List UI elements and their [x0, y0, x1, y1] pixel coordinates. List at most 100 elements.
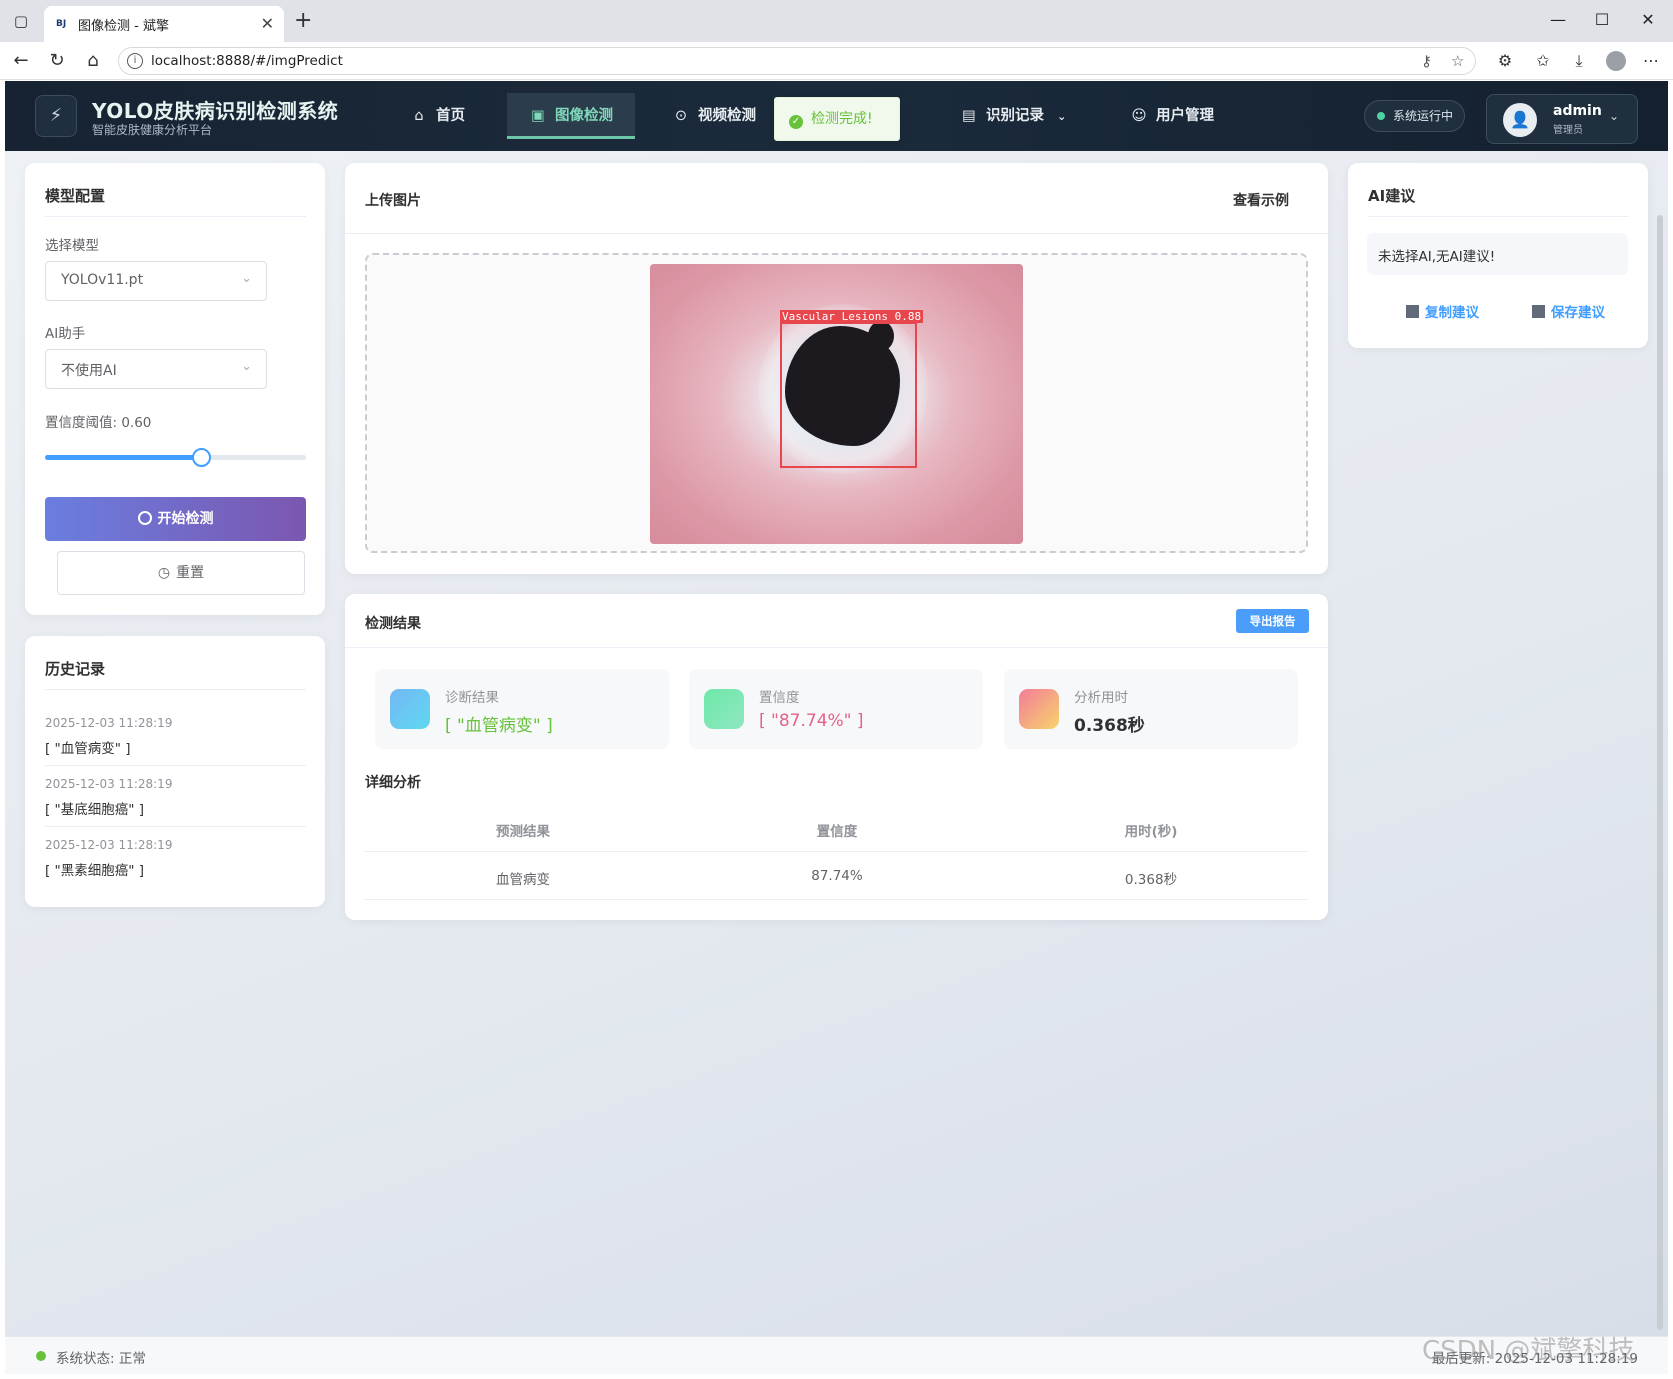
- app-title: YOLO皮肤病识别检测系统: [92, 99, 339, 123]
- status-dot-icon: [1377, 112, 1385, 120]
- diagnosis-value: [ "血管病变" ]: [445, 716, 553, 736]
- play-circle-icon: ⊙: [674, 108, 688, 124]
- browser-tab-bar: ▢ BJ 图像检测 - 斌擎 ✕ + — ☐ ✕: [0, 0, 1673, 42]
- close-window-icon[interactable]: ✕: [1638, 10, 1658, 29]
- model-select[interactable]: YOLOv11.pt ⌄: [45, 261, 267, 301]
- document-icon: ▤: [962, 108, 976, 124]
- history-value[interactable]: [ "黑素细胞癌" ]: [45, 859, 144, 879]
- tab-close-icon[interactable]: ✕: [261, 14, 274, 33]
- bounding-box: [780, 322, 917, 468]
- view-example-button[interactable]: 查看示例: [1233, 190, 1289, 210]
- history-value[interactable]: [ "血管病变" ]: [45, 737, 131, 757]
- image-icon: ▣: [531, 108, 545, 124]
- reset-button[interactable]: ◷ 重置: [57, 551, 305, 595]
- confidence-icon: [704, 689, 744, 729]
- extensions-icon[interactable]: ⚙: [1494, 51, 1516, 70]
- url-text: localhost:8888/#/imgPredict: [151, 53, 343, 69]
- history-time: 2025-12-03 11:28:19: [45, 777, 173, 791]
- key-icon[interactable]: ⚷: [1421, 52, 1432, 70]
- results-title: 检测结果: [365, 616, 421, 632]
- divider: [365, 899, 1308, 900]
- chevron-down-icon: ⌄: [241, 271, 252, 286]
- history-title: 历史记录: [45, 660, 106, 678]
- divider: [1368, 216, 1629, 217]
- table-cell: 0.368秒: [1124, 872, 1178, 888]
- minimize-icon[interactable]: —: [1548, 10, 1568, 29]
- ai-advice-box: 未选择AI,无AI建议!: [1367, 233, 1628, 275]
- home-icon: ⌂: [414, 108, 424, 124]
- ai-assistant-select[interactable]: 不使用AI ⌄: [45, 349, 267, 389]
- favorites-icon[interactable]: ✩: [1532, 51, 1554, 70]
- save-icon: [1532, 305, 1545, 318]
- clock-icon: ◷: [157, 565, 171, 581]
- check-circle-icon: ✓: [789, 115, 803, 129]
- nav-users[interactable]: ☺ 用户管理: [1130, 93, 1214, 139]
- export-report-button[interactable]: 导出报告: [1236, 609, 1309, 633]
- stat-card-confidence: 置信度 [ "87.74%" ]: [689, 669, 983, 749]
- copy-icon: [1406, 305, 1419, 318]
- table-cell: 血管病变: [496, 872, 550, 888]
- watermark: CSDN @斌擎科技: [1422, 1336, 1635, 1366]
- user-icon: ☺: [1131, 108, 1147, 124]
- detection-result-image: Vascular Lesions 0.88: [650, 264, 1023, 544]
- nav-image-detect[interactable]: ▣ 图像检测: [507, 93, 635, 139]
- back-icon[interactable]: ←: [10, 51, 32, 71]
- history-time: 2025-12-03 11:28:19: [45, 838, 173, 852]
- page-scrollbar[interactable]: [1657, 215, 1663, 1330]
- time-value: 0.368秒: [1074, 716, 1145, 736]
- bounding-box-label: Vascular Lesions 0.88: [780, 310, 924, 323]
- address-bar: ← ↻ ⌂ i localhost:8888/#/imgPredict ⚷ ☆ …: [0, 42, 1673, 80]
- tab-title: 图像检测 - 斌擎: [78, 19, 169, 34]
- url-field[interactable]: i localhost:8888/#/imgPredict ⚷ ☆: [118, 47, 1476, 75]
- copy-advice-button[interactable]: 复制建议: [1406, 301, 1479, 321]
- user-menu[interactable]: 👤 admin 管理员 ⌄: [1486, 94, 1638, 144]
- divider: [45, 689, 306, 690]
- user-name: admin: [1553, 103, 1602, 119]
- ai-title: AI建议: [1368, 187, 1416, 205]
- footer-status: 系统状态: 正常: [56, 1351, 146, 1367]
- slider-fill: [45, 455, 202, 460]
- more-menu-icon[interactable]: ⋯: [1640, 51, 1662, 70]
- model-label: 选择模型: [45, 238, 99, 254]
- maximize-icon[interactable]: ☐: [1592, 10, 1612, 29]
- status-dot-icon: [36, 1351, 46, 1361]
- profile-avatar[interactable]: [1606, 51, 1626, 71]
- home-browser-icon[interactable]: ⌂: [82, 51, 104, 71]
- timer-icon: [1019, 689, 1059, 729]
- nav-home[interactable]: ⌂ 首页: [410, 93, 465, 139]
- table-cell: 87.74%: [811, 868, 863, 884]
- history-time: 2025-12-03 11:28:19: [45, 716, 173, 730]
- nav-records[interactable]: ▤ 识别记录 ⌄: [960, 93, 1066, 139]
- divider: [365, 851, 1308, 852]
- tab-favicon-icon: BJ: [56, 19, 67, 29]
- slider-handle[interactable]: [191, 448, 211, 467]
- diagnosis-icon: [390, 689, 430, 729]
- divider: [345, 233, 1328, 234]
- table-header: 预测结果: [496, 824, 550, 840]
- upload-title: 上传图片: [365, 193, 421, 209]
- logo-icon: ⚡: [35, 95, 77, 137]
- detail-title: 详细分析: [365, 775, 421, 791]
- table-header: 置信度: [816, 824, 858, 840]
- stat-card-time: 分析用时 0.368秒: [1004, 669, 1298, 749]
- browser-tab[interactable]: BJ 图像检测 - 斌擎 ✕: [44, 6, 284, 42]
- start-detect-button[interactable]: 开始检测: [45, 497, 306, 541]
- reload-icon[interactable]: ↻: [46, 51, 68, 71]
- divider: [45, 765, 306, 766]
- bookmark-star-icon[interactable]: ☆: [1451, 52, 1464, 70]
- success-toast: ✓ 检测完成!: [774, 97, 900, 141]
- footer: 系统状态: 正常 最后更新: 2025-12-03 11:28:19: [5, 1336, 1668, 1374]
- chevron-down-icon: ⌄: [1609, 109, 1620, 123]
- tab-actions-icon[interactable]: ▢: [12, 12, 30, 30]
- save-advice-button[interactable]: 保存建议: [1532, 301, 1605, 321]
- history-value[interactable]: [ "基底细胞癌" ]: [45, 798, 144, 818]
- confidence-label: 置信度阈值: 0.60: [45, 415, 152, 431]
- avatar: 👤: [1503, 103, 1537, 137]
- new-tab-icon[interactable]: +: [294, 9, 312, 33]
- chevron-down-icon: ⌄: [1057, 110, 1067, 123]
- download-icon[interactable]: ⤓: [1568, 51, 1590, 71]
- confidence-slider[interactable]: [45, 448, 306, 467]
- site-info-icon[interactable]: i: [127, 53, 143, 69]
- spinner-icon: [137, 511, 152, 525]
- nav-video-detect[interactable]: ⊙ 视频检测: [672, 93, 756, 139]
